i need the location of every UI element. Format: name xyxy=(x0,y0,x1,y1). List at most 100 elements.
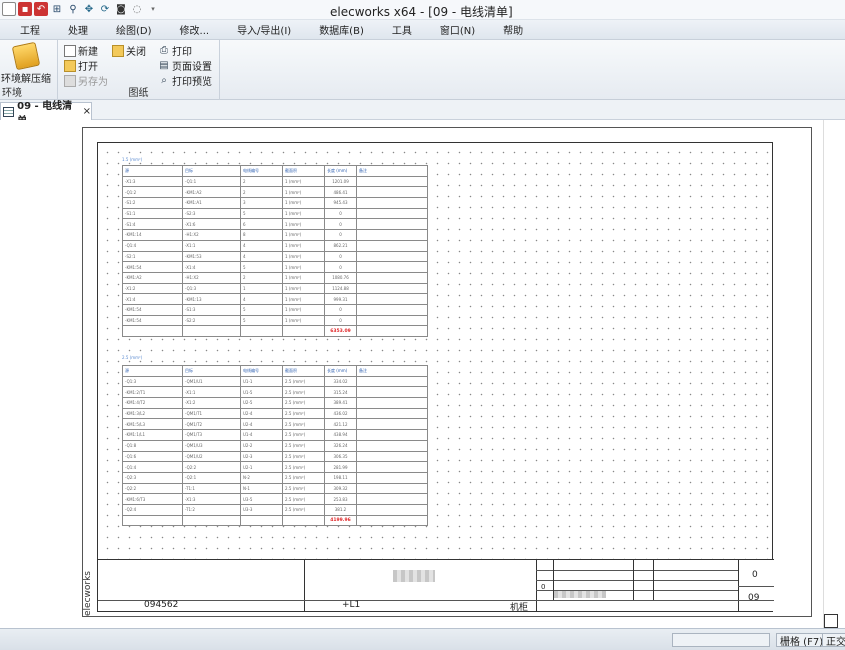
zoom-icon[interactable]: ⚲ xyxy=(66,2,80,16)
table-cell xyxy=(356,514,428,527)
menu-project[interactable]: 工程 xyxy=(6,22,54,37)
table-cell: 1 (mm²) xyxy=(282,229,325,241)
table-cell xyxy=(356,503,428,516)
menu-import-export[interactable]: 导入/导出(I) xyxy=(223,22,305,37)
binoculars-icon[interactable]: ◙ xyxy=(114,2,128,16)
menu-draw[interactable]: 绘图(D) xyxy=(102,22,166,37)
table-cell: 486.41 xyxy=(324,186,357,199)
table-cell: 436.02 xyxy=(324,407,357,420)
table-cell: 2.5 (mm²) xyxy=(282,375,325,388)
table-cell xyxy=(356,293,428,305)
new-icon[interactable] xyxy=(2,2,16,16)
table-cell: 438.94 xyxy=(324,429,357,441)
menu-database[interactable]: 数据库(B) xyxy=(305,22,378,37)
table-row: -Q1:6 -QM1/U2 U2-3 2.5 (mm²) 306.35 xyxy=(122,450,428,463)
table-cell: -X1:1 xyxy=(182,386,241,399)
table-cell: 5 xyxy=(240,303,283,316)
table-cell xyxy=(356,229,428,241)
table-cell: -Q1:6 xyxy=(122,450,183,463)
table-cell: 2.5 (mm²) xyxy=(282,471,325,484)
table-cell: 2 xyxy=(240,271,283,284)
total-length: 4199.96 xyxy=(324,514,357,527)
table-cell: U1-4 xyxy=(240,429,283,441)
menu-modify[interactable]: 修改... xyxy=(166,22,224,37)
new-button[interactable]: 新建 xyxy=(64,43,98,58)
table-row: -S1:4 -X1:6 6 1 (mm²) 0 xyxy=(122,218,428,231)
table-cell: 1 (mm²) xyxy=(282,282,325,295)
pan-icon[interactable]: ✥ xyxy=(82,2,96,16)
table-cell: -KM1:14 xyxy=(122,229,183,241)
table-cell: 2.5 (mm²) xyxy=(282,482,325,495)
menu-process[interactable]: 处理 xyxy=(54,22,102,37)
table-cell xyxy=(122,514,183,527)
menu-window[interactable]: 窗口(N) xyxy=(426,22,489,37)
table-cell: U1-1 xyxy=(240,375,283,388)
table-cell: -H1:X2 xyxy=(182,229,241,241)
table-cell: 1 (mm²) xyxy=(282,303,325,316)
table-cell: -H1:X2 xyxy=(182,271,241,284)
ortho-toggle[interactable]: 正交 xyxy=(822,633,845,648)
column-header: 长度 (mm) xyxy=(324,165,357,177)
column-header: 源 xyxy=(122,365,183,377)
table-cell: 1201.09 xyxy=(324,175,357,188)
close-button[interactable]: 关闭 xyxy=(112,43,146,58)
menu-tools[interactable]: 工具 xyxy=(378,22,426,37)
table-cell xyxy=(356,261,428,273)
column-header: 电线编号 xyxy=(240,165,283,177)
vertical-scrollbar[interactable] xyxy=(823,120,845,628)
table-cell: 2.5 (mm²) xyxy=(282,418,325,431)
status-bar: 栅格 (F7) 正交 xyxy=(0,628,845,650)
save-icon[interactable]: ▪ xyxy=(18,2,32,16)
menu-help[interactable]: 帮助 xyxy=(489,22,537,37)
table-cell: -X1:6 xyxy=(182,218,241,231)
table-cell: -KM1:6/T3 xyxy=(122,493,183,505)
open-button[interactable]: 打开 xyxy=(64,58,98,73)
page-setup-button[interactable]: ▤ 页面设置 xyxy=(158,58,212,73)
zoom-window-icon[interactable]: ⊞ xyxy=(50,2,64,16)
environment-unzip-button[interactable]: 环境解压缩 xyxy=(0,41,52,85)
table-cell: 1 (mm²) xyxy=(282,197,325,209)
table-cell: -KM1:54 xyxy=(122,303,183,316)
column-header: 备注 xyxy=(356,165,428,177)
circle-icon[interactable]: ◌ xyxy=(130,2,144,16)
table-row: -X1:4 -KM1:13 4 1 (mm²) 999.31 xyxy=(122,293,428,305)
table-cell: 1 (mm²) xyxy=(282,175,325,188)
scroll-corner[interactable] xyxy=(824,614,838,628)
table-row: -Q1:8 -QM1/U3 U2-2 2.5 (mm²) 326.24 xyxy=(122,439,428,452)
grid-toggle[interactable]: 栅格 (F7) xyxy=(776,633,828,648)
table-cell: -T1:1 xyxy=(182,482,241,495)
table-cell: -X1:2 xyxy=(122,282,183,295)
table-cell: -Q2:1 xyxy=(182,471,241,484)
table-cell: 0 xyxy=(324,303,357,316)
page-setup-icon: ▤ xyxy=(159,60,169,71)
table-cell: -KM1:54 xyxy=(122,261,183,273)
table-cell: -S2:3 xyxy=(182,207,241,220)
table-cell: 3 xyxy=(240,197,283,209)
close-icon[interactable]: × xyxy=(83,106,91,117)
print-button[interactable]: ⎙ 打印 xyxy=(158,43,192,58)
table-cell: -Q2:3 xyxy=(122,471,183,484)
table-cell xyxy=(356,197,428,209)
archive-icon xyxy=(11,41,41,71)
table-cell: 0 xyxy=(324,218,357,231)
drawing-canvas[interactable]: 1.5 (mm²) 源目标 电线编号 截面积 长度 (mm) 备注 -X1:3 -Q1:1… xyxy=(0,120,845,628)
table-cell: U1-5 xyxy=(240,386,283,399)
dropdown-icon[interactable]: ▾ xyxy=(146,2,160,16)
table-row: -X1:3 -Q1:1 2 1 (mm²) 1201.09 xyxy=(122,175,428,188)
table-cell: 999.31 xyxy=(324,293,357,305)
tab-wire-list[interactable]: 09 - 电线清单 × xyxy=(0,101,92,127)
table-cell: -Q1:3 xyxy=(122,375,183,388)
undo-icon[interactable]: ↶ xyxy=(34,2,48,16)
table-cell: 1 (mm²) xyxy=(282,261,325,273)
table-cell: 2.5 (mm²) xyxy=(282,407,325,420)
table-caption: 1.5 (mm²) xyxy=(122,157,143,162)
refresh-icon[interactable]: ⟳ xyxy=(98,2,112,16)
table-cell xyxy=(356,450,428,463)
table-cell: 2 xyxy=(240,186,283,199)
sheet-number: 09 xyxy=(748,593,760,603)
location-label: +L1 xyxy=(342,600,361,610)
table-cell: -KM1:53 xyxy=(182,250,241,263)
table-cell: -KM1:A2 xyxy=(122,271,183,284)
table-cell xyxy=(356,218,428,231)
table-row: -KM1:2/T1 -X1:1 U1-5 2.5 (mm²) 315.24 xyxy=(122,386,428,399)
